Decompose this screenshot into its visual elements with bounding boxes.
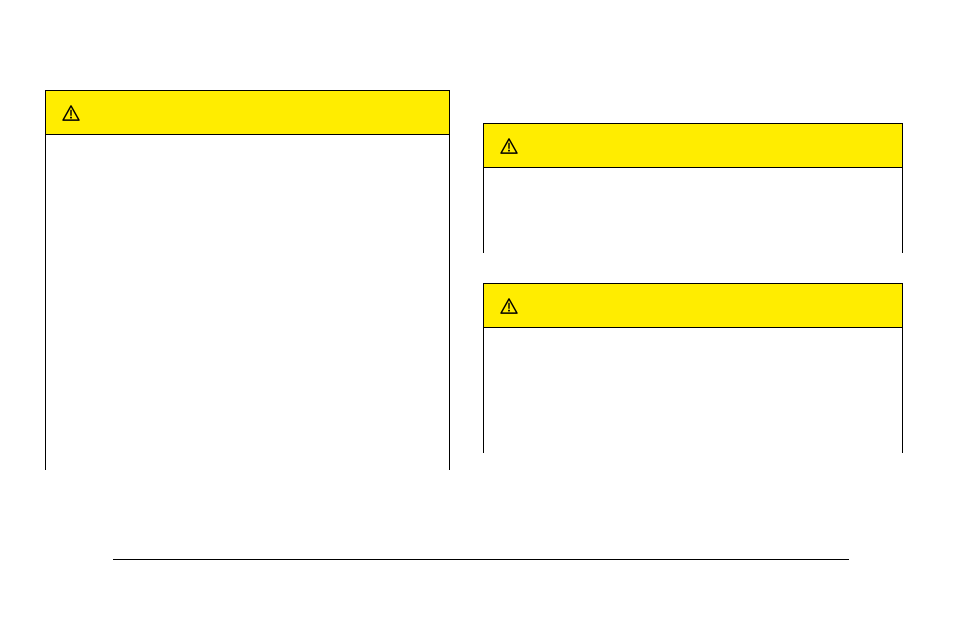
warning-panel-body	[46, 135, 449, 471]
warning-panel-header	[484, 124, 902, 168]
warning-triangle-icon	[500, 138, 518, 154]
warning-panel-header	[46, 91, 449, 135]
warning-panel-body	[484, 328, 902, 454]
warning-triangle-icon	[500, 298, 518, 314]
document-page	[0, 0, 954, 636]
horizontal-rule	[113, 559, 849, 560]
warning-panel-large	[45, 90, 450, 470]
warning-panel-small-top	[483, 123, 903, 253]
warning-triangle-icon	[62, 105, 80, 121]
warning-panel-header	[484, 284, 902, 328]
warning-panel-body	[484, 168, 902, 254]
warning-panel-small-bottom	[483, 283, 903, 453]
